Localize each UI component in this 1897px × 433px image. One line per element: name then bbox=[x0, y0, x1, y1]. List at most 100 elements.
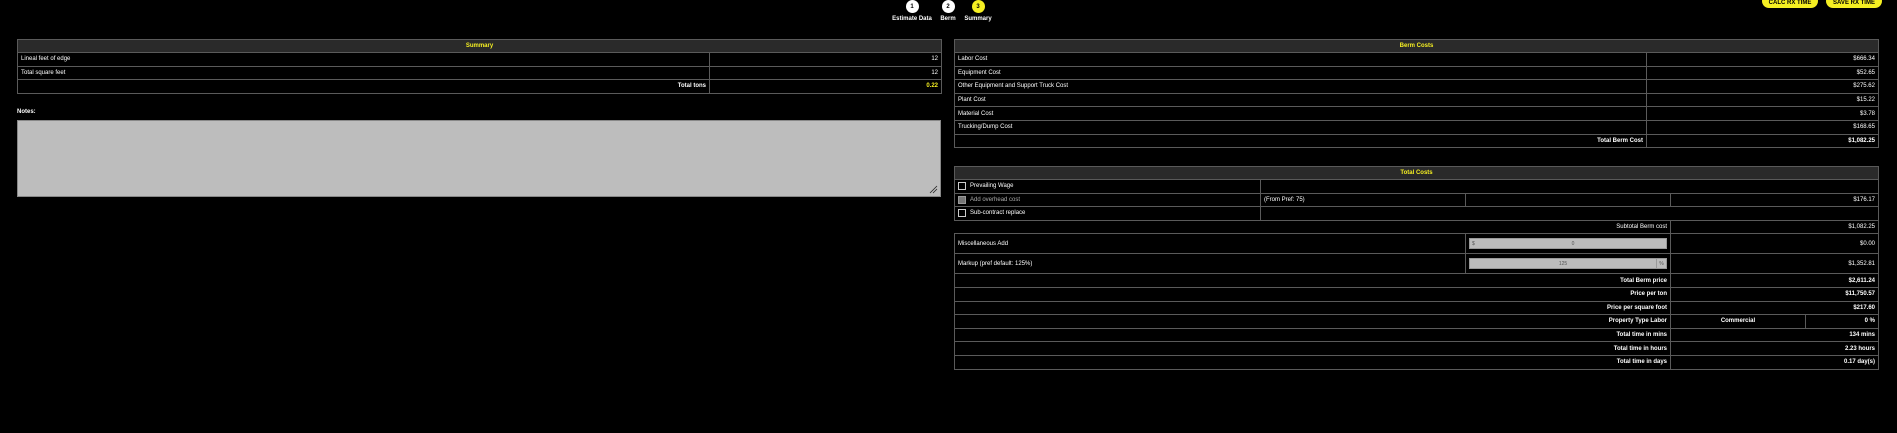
berm-row-label: Plant Cost bbox=[954, 92, 1647, 108]
table-row: Sub-contract replace bbox=[954, 206, 1880, 221]
empty-cell bbox=[1259, 206, 1880, 221]
currency-prefix: $ bbox=[1472, 240, 1475, 247]
step-3-label: Summary bbox=[964, 16, 992, 22]
time-hours-value: 2.23 hours bbox=[1669, 341, 1880, 356]
price-per-ton-label: Price per ton bbox=[954, 286, 1671, 302]
prevailing-wage-checkbox[interactable] bbox=[958, 182, 966, 191]
add-overhead-label: Add overhead cost bbox=[970, 196, 1021, 203]
prevailing-wage-label: Prevailing Wage bbox=[970, 183, 1014, 190]
summary-row-value: 12 bbox=[708, 65, 943, 81]
berm-row-value: $52.65 bbox=[1646, 65, 1879, 81]
save-rx-time-button[interactable]: SAVE RX TIME bbox=[1826, 0, 1882, 8]
summary-title: Summary bbox=[16, 39, 943, 53]
markup-input-cell: 125 % bbox=[1465, 253, 1671, 275]
table-row: Other Equipment and Support Truck Cost $2… bbox=[954, 79, 1879, 94]
calc-rx-time-button[interactable]: CALC RX TIME bbox=[1762, 0, 1818, 8]
table-row: Markup (pref default: 125%) 125 % $1,352… bbox=[954, 253, 1880, 275]
empty-cell bbox=[1259, 179, 1880, 194]
markup-input[interactable]: 125 % bbox=[1469, 258, 1667, 270]
time-mins-value: 134 mins bbox=[1669, 327, 1880, 343]
time-days-value: 0.17 day(s) bbox=[1669, 354, 1880, 370]
table-row: Total time in days 0.17 day(s) bbox=[954, 354, 1880, 370]
table-row: Subtotal Berm cost $1,082.25 bbox=[954, 219, 1880, 235]
property-type-label: Property Type Labor bbox=[954, 314, 1671, 329]
berm-costs-table: Berm Costs Labor Cost $666.34 Equipment C… bbox=[954, 39, 1879, 149]
berm-row-value: $168.65 bbox=[1646, 119, 1879, 135]
step-1-number: 1 bbox=[905, 0, 919, 13]
total-costs-title: Total Costs bbox=[953, 166, 1880, 180]
table-row: Total time in mins 134 mins bbox=[954, 327, 1880, 343]
berm-row-value: $3.78 bbox=[1646, 106, 1879, 121]
table-row: Labor Cost $666.34 bbox=[954, 52, 1879, 67]
subcontract-checkbox[interactable] bbox=[958, 209, 966, 218]
total-berm-cost-label: Total Berm Cost bbox=[954, 133, 1647, 149]
step-2-label: Berm bbox=[940, 16, 956, 22]
table-row: Prevailing Wage bbox=[954, 179, 1880, 194]
summary-row-label: Total square feet bbox=[17, 65, 710, 81]
total-tons-value: 0.22 bbox=[708, 79, 943, 94]
table-row: Price per ton $11,750.57 bbox=[954, 286, 1880, 302]
price-per-sqft-value: $217.60 bbox=[1669, 300, 1880, 316]
misc-add-input-cell: $ 0 bbox=[1465, 233, 1671, 255]
markup-input-value: 125 bbox=[1558, 260, 1568, 267]
subcontract-cell: Sub-contract replace bbox=[954, 206, 1261, 221]
berm-row-label: Material Cost bbox=[954, 106, 1647, 121]
summary-table: Summary Lineal feet of edge 12 Total squ… bbox=[16, 39, 943, 94]
table-row: Miscellaneous Add $ 0 $0.00 bbox=[954, 233, 1880, 255]
overhead-cell: Add overhead cost bbox=[954, 192, 1261, 208]
resize-handle-icon[interactable] bbox=[929, 185, 938, 194]
add-overhead-checkbox[interactable] bbox=[958, 195, 966, 204]
table-row: Price per square foot $217.60 bbox=[954, 300, 1880, 316]
misc-add-input[interactable]: $ 0 bbox=[1469, 238, 1667, 250]
step-2-number: 2 bbox=[941, 0, 955, 13]
berm-costs-title: Berm Costs bbox=[954, 39, 1879, 53]
table-row: Lineal feet of edge 12 bbox=[17, 52, 943, 67]
step-3-number: 3 bbox=[971, 0, 985, 13]
table-row: Material Cost $3.78 bbox=[954, 106, 1879, 121]
summary-row-value: 12 bbox=[708, 52, 943, 67]
time-hours-label: Total time in hours bbox=[954, 341, 1671, 356]
misc-add-label: Miscellaneous Add bbox=[954, 233, 1466, 255]
price-per-ton-value: $11,750.57 bbox=[1669, 286, 1880, 302]
property-type-pct: 0 % bbox=[1804, 314, 1880, 329]
overhead-from-pref: (From Pref: 75) bbox=[1260, 192, 1466, 208]
berm-row-value: $275.62 bbox=[1646, 79, 1879, 94]
subtotal-value: $1,082.25 bbox=[1669, 219, 1880, 235]
berm-row-value: $15.22 bbox=[1646, 92, 1879, 108]
table-row: Add overhead cost (From Pref: 75) $176.1… bbox=[954, 192, 1880, 208]
total-berm-price-value: $2,611.24 bbox=[1669, 273, 1880, 288]
overhead-value: $176.17 bbox=[1669, 192, 1880, 208]
markup-value: $1,352.81 bbox=[1669, 253, 1880, 275]
total-berm-cost-value: $1,082.25 bbox=[1646, 133, 1879, 149]
table-row: Trucking/Dump Cost $168.65 bbox=[954, 119, 1879, 135]
berm-row-label: Other Equipment and Support Truck Cost bbox=[954, 79, 1647, 94]
table-row: Plant Cost $15.22 bbox=[954, 92, 1879, 108]
berm-row-label: Equipment Cost bbox=[954, 65, 1647, 81]
percent-suffix: % bbox=[1656, 259, 1666, 269]
summary-row-label: Lineal feet of edge bbox=[17, 52, 710, 67]
empty-cell bbox=[1465, 192, 1671, 208]
total-costs-table: Total Costs Prevailing Wage Add overhead… bbox=[953, 166, 1880, 370]
table-row: Total time in hours 2.23 hours bbox=[954, 341, 1880, 356]
property-type-value: Commercial bbox=[1670, 314, 1806, 329]
notes-textarea[interactable] bbox=[17, 120, 941, 197]
table-row: Total square feet 12 bbox=[17, 65, 943, 81]
step-summary[interactable]: 3 Summary bbox=[956, 0, 1000, 22]
total-berm-price-label: Total Berm price bbox=[954, 273, 1671, 288]
table-row: Total tons 0.22 bbox=[17, 79, 943, 94]
berm-row-value: $666.34 bbox=[1646, 52, 1879, 67]
prevailing-wage-cell: Prevailing Wage bbox=[954, 179, 1261, 194]
price-per-sqft-label: Price per square foot bbox=[954, 300, 1671, 316]
berm-row-label: Labor Cost bbox=[954, 52, 1647, 67]
table-row: Total Berm Cost $1,082.25 bbox=[954, 133, 1879, 149]
berm-row-label: Trucking/Dump Cost bbox=[954, 119, 1647, 135]
total-tons-label: Total tons bbox=[17, 79, 710, 94]
subcontract-label: Sub-contract replace bbox=[970, 210, 1026, 217]
table-row: Total Berm price $2,611.24 bbox=[954, 273, 1880, 288]
notes-label: Notes: bbox=[17, 109, 36, 115]
time-days-label: Total time in days bbox=[954, 354, 1671, 370]
misc-add-input-value: 0 bbox=[1571, 240, 1575, 247]
subtotal-label: Subtotal Berm cost bbox=[954, 219, 1671, 234]
time-mins-label: Total time in mins bbox=[954, 327, 1671, 343]
misc-add-value: $0.00 bbox=[1669, 233, 1880, 255]
